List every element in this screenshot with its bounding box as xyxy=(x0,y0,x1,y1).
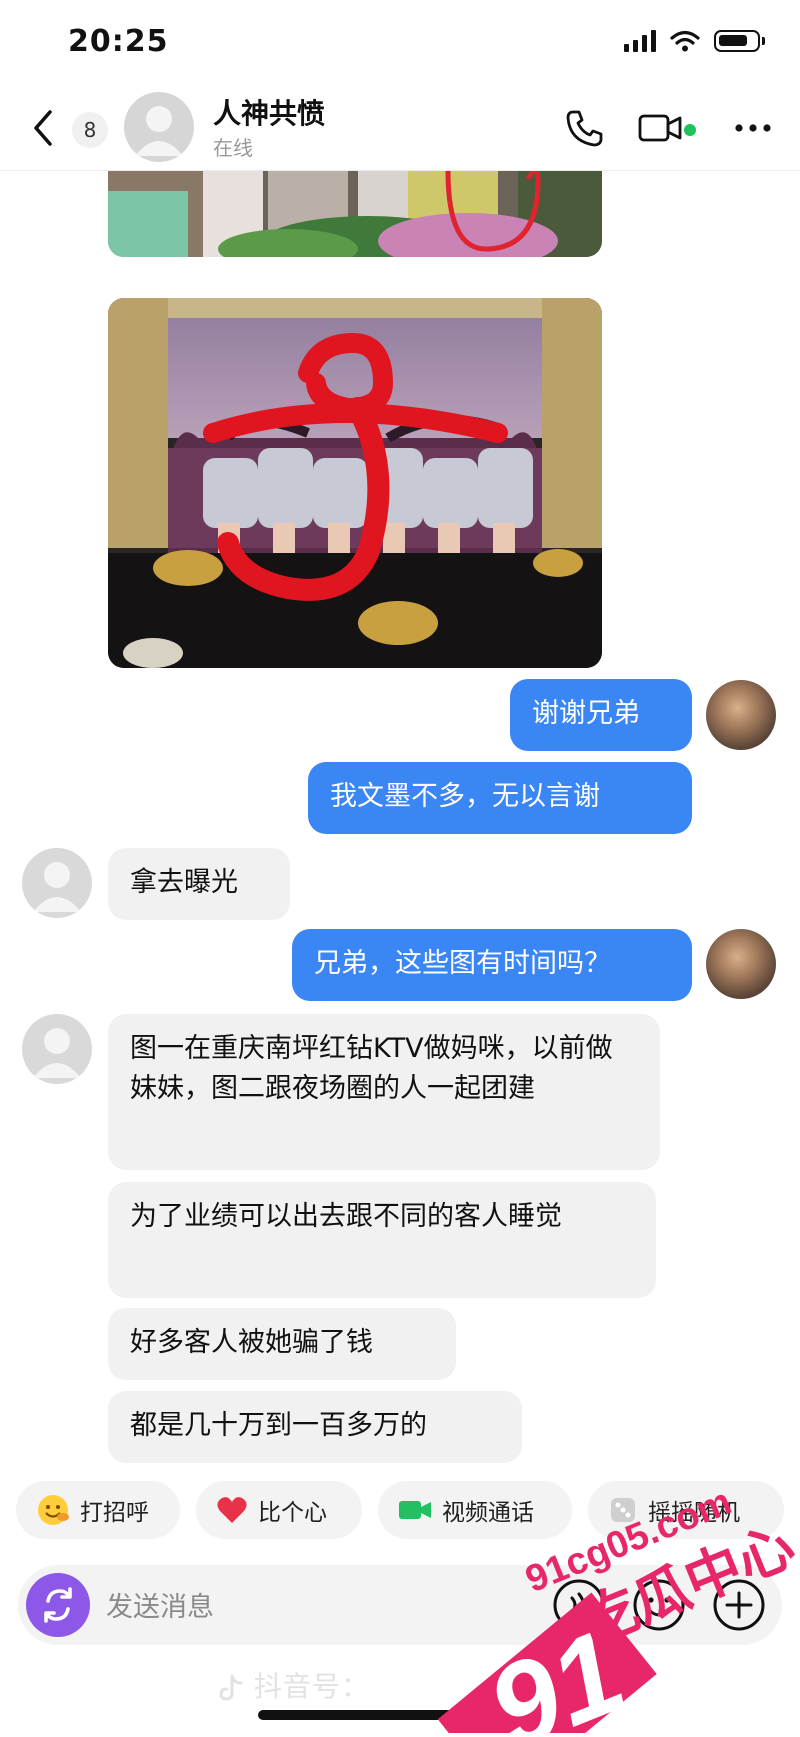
site-watermark: 91 91cg05.com 吃瓜中心 xyxy=(420,1435,800,1737)
phone-icon[interactable] xyxy=(564,108,604,148)
contact-avatar-small[interactable] xyxy=(22,1014,92,1084)
status-icons xyxy=(624,30,765,52)
switch-button[interactable] xyxy=(26,1573,90,1637)
watermark-graphic: 91 91cg05.com 吃瓜中心 xyxy=(437,1481,800,1737)
incoming-message[interactable]: 为了业绩可以出去跟不同的客人睡觉 xyxy=(108,1182,656,1298)
chat-header: 8 人神共愤 在线 xyxy=(0,90,800,171)
outgoing-message[interactable]: 我文墨不多，无以言谢 xyxy=(308,762,692,834)
greet-label: 打招呼 xyxy=(80,1500,149,1526)
tiktok-logo-icon xyxy=(219,1674,243,1701)
incoming-message[interactable]: 好多客人被她骗了钱 xyxy=(108,1308,456,1380)
battery-icon xyxy=(714,30,765,52)
refresh-icon xyxy=(44,1587,72,1623)
contact-avatar[interactable] xyxy=(124,92,194,162)
online-status-text: 在线 xyxy=(213,136,253,160)
photo-message-2[interactable] xyxy=(108,298,602,668)
wifi-icon xyxy=(670,30,700,52)
incoming-message[interactable]: 拿去曝光 xyxy=(108,848,290,920)
message-list[interactable]: 谢谢兄弟 我文墨不多，无以言谢 拿去曝光 兄弟，这些图有时间吗？ 图一在重庆南坪… xyxy=(0,171,800,1471)
outgoing-message[interactable]: 兄弟，这些图有时间吗？ xyxy=(292,929,692,1001)
message-text: 为了业绩可以出去跟不同的客人睡觉 xyxy=(130,1201,562,1232)
video-camera-icon xyxy=(638,114,682,142)
message-text: 我文墨不多，无以言谢 xyxy=(330,781,600,812)
smiley-face-icon xyxy=(38,1495,69,1525)
incoming-message[interactable]: 图一在重庆南坪红钻KTV做妈咪，以前做妹妹，图二跟夜场圈的人一起团建 xyxy=(108,1014,660,1170)
online-indicator-dot xyxy=(684,124,696,136)
default-avatar-icon xyxy=(33,1028,81,1078)
outgoing-message[interactable]: 谢谢兄弟 xyxy=(510,679,692,751)
heart-chip[interactable]: 比个心 xyxy=(196,1481,362,1539)
more-options-icon[interactable] xyxy=(734,123,772,133)
heart-label: 比个心 xyxy=(258,1500,327,1526)
message-input[interactable]: 发送消息 xyxy=(106,1585,214,1624)
contact-name[interactable]: 人神共愤 xyxy=(213,92,325,132)
message-text: 拿去曝光 xyxy=(130,867,238,898)
default-avatar-icon xyxy=(135,106,183,156)
message-text: 都是几十万到一百多万的 xyxy=(130,1410,427,1441)
message-text: 图一在重庆南坪红钻KTV做妈咪，以前做妹妹，图二跟夜场圈的人一起团建 xyxy=(130,1033,613,1104)
video-call-button[interactable] xyxy=(638,108,700,148)
cellular-signal-icon xyxy=(624,30,656,52)
my-avatar[interactable] xyxy=(706,680,776,750)
ktv-room-photo-image xyxy=(108,298,602,668)
unread-count-badge[interactable]: 8 xyxy=(72,112,108,148)
back-arrow-icon[interactable] xyxy=(30,108,56,148)
message-text: 好多客人被她骗了钱 xyxy=(130,1327,373,1358)
my-avatar[interactable] xyxy=(706,929,776,999)
status-time: 20:25 xyxy=(68,24,169,59)
message-text: 兄弟，这些图有时间吗？ xyxy=(314,948,611,979)
heart-icon xyxy=(217,1497,247,1523)
status-bar: 20:25 xyxy=(0,0,800,90)
photo-message-1[interactable] xyxy=(108,171,602,257)
footer-watermark-text: 抖音号： xyxy=(253,1670,370,1703)
contact-avatar-small[interactable] xyxy=(22,848,92,918)
crowd-photo-image xyxy=(108,171,602,257)
greet-chip[interactable]: 打招呼 xyxy=(16,1481,180,1539)
default-avatar-icon xyxy=(33,862,81,912)
footer-watermark: 抖音号： xyxy=(218,1665,370,1705)
header-actions xyxy=(564,108,772,148)
message-text: 谢谢兄弟 xyxy=(532,698,640,729)
